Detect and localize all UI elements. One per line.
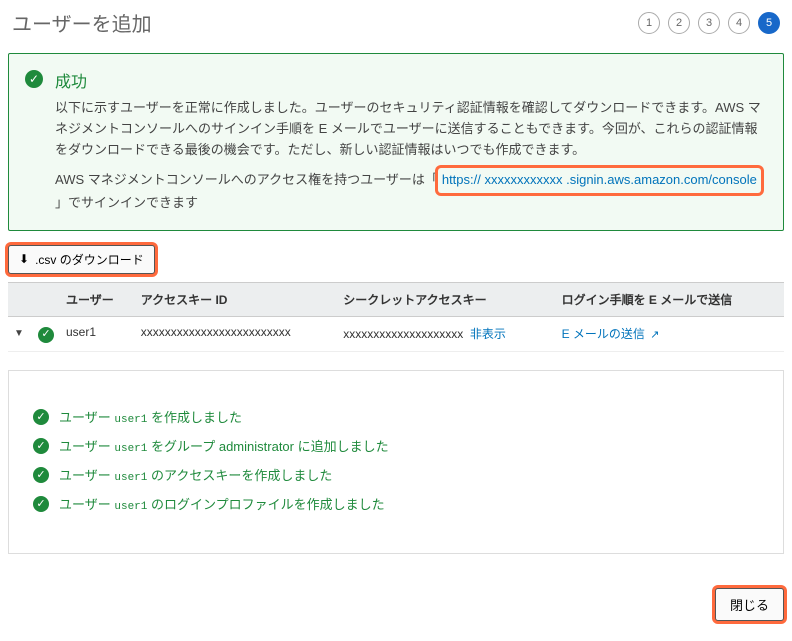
send-email-label: E メールの送信	[562, 327, 645, 341]
expand-row-icon[interactable]: ▼	[14, 328, 24, 339]
detail-login-profile: ✓ ユーザー user1 のログインプロファイルを作成しました	[33, 494, 759, 513]
step-4[interactable]: 4	[728, 12, 750, 34]
page-title: ユーザーを追加	[12, 8, 152, 37]
check-icon: ✓	[33, 496, 49, 512]
cell-access-key: xxxxxxxxxxxxxxxxxxxxxxxxx	[135, 316, 338, 351]
col-access-key: アクセスキー ID	[135, 282, 338, 316]
detail-accesskey: ✓ ユーザー user1 のアクセスキーを作成しました	[33, 465, 759, 484]
check-icon: ✓	[33, 438, 49, 454]
detail-created: ✓ ユーザー user1 を作成しました	[33, 407, 759, 426]
step-3[interactable]: 3	[698, 12, 720, 34]
send-email-link[interactable]: E メールの送信 ↗	[562, 327, 660, 341]
step-5[interactable]: 5	[758, 12, 780, 34]
signin-pretext: AWS マネジメントコンソールへのアクセス権を持つユーザーは「	[55, 172, 438, 187]
success-alert: ✓ 成功 以下に示すユーザーを正常に作成しました。ユーザーのセキュリティ認証情報…	[8, 53, 784, 231]
download-csv-button[interactable]: ⬇ .csv のダウンロード	[8, 245, 155, 274]
check-icon: ✓	[33, 409, 49, 425]
success-text-1: 以下に示すユーザーを正常に作成しました。ユーザーのセキュリティ認証情報を確認して…	[55, 98, 767, 160]
check-icon: ✓	[33, 467, 49, 483]
wizard-steps: 1 2 3 4 5	[638, 12, 780, 34]
col-user: ユーザー	[60, 282, 135, 316]
toggle-secret-link[interactable]: 非表示	[470, 327, 506, 341]
step-2[interactable]: 2	[668, 12, 690, 34]
cell-username: user1	[60, 316, 135, 351]
table-row: ▼ ✓ user1 xxxxxxxxxxxxxxxxxxxxxxxxx xxxx…	[8, 316, 784, 351]
users-table: ユーザー アクセスキー ID シークレットアクセスキー ログイン手順を E メー…	[8, 282, 784, 352]
success-text-2: AWS マネジメントコンソールへのアクセス権を持つユーザーは「https:// …	[55, 168, 767, 214]
check-icon: ✓	[25, 70, 43, 88]
download-icon: ⬇	[19, 252, 29, 266]
detail-group: ✓ ユーザー user1 をグループ administrator に追加しました	[33, 436, 759, 455]
detail-username: user1	[114, 472, 147, 484]
signin-posttext: 」でサインインできます	[55, 195, 198, 210]
external-link-icon: ↗	[650, 329, 659, 341]
step-1[interactable]: 1	[638, 12, 660, 34]
row-status-icon: ✓	[38, 327, 54, 343]
col-secret: シークレットアクセスキー	[337, 282, 555, 316]
detail-username: user1	[114, 414, 147, 426]
success-heading: 成功	[55, 68, 767, 92]
download-csv-label: .csv のダウンロード	[35, 251, 144, 268]
user-detail-panel: ✓ ユーザー user1 を作成しました ✓ ユーザー user1 をグループ …	[8, 370, 784, 554]
detail-username: user1	[114, 501, 147, 513]
console-signin-link[interactable]: https:// xxxxxxxxxxxx .signin.aws.amazon…	[438, 168, 761, 193]
cell-secret-masked: xxxxxxxxxxxxxxxxxxxx	[343, 327, 463, 341]
col-email: ログイン手順を E メールで送信	[556, 282, 784, 316]
close-button[interactable]: 閉じる	[715, 588, 784, 621]
detail-username: user1	[114, 443, 147, 455]
